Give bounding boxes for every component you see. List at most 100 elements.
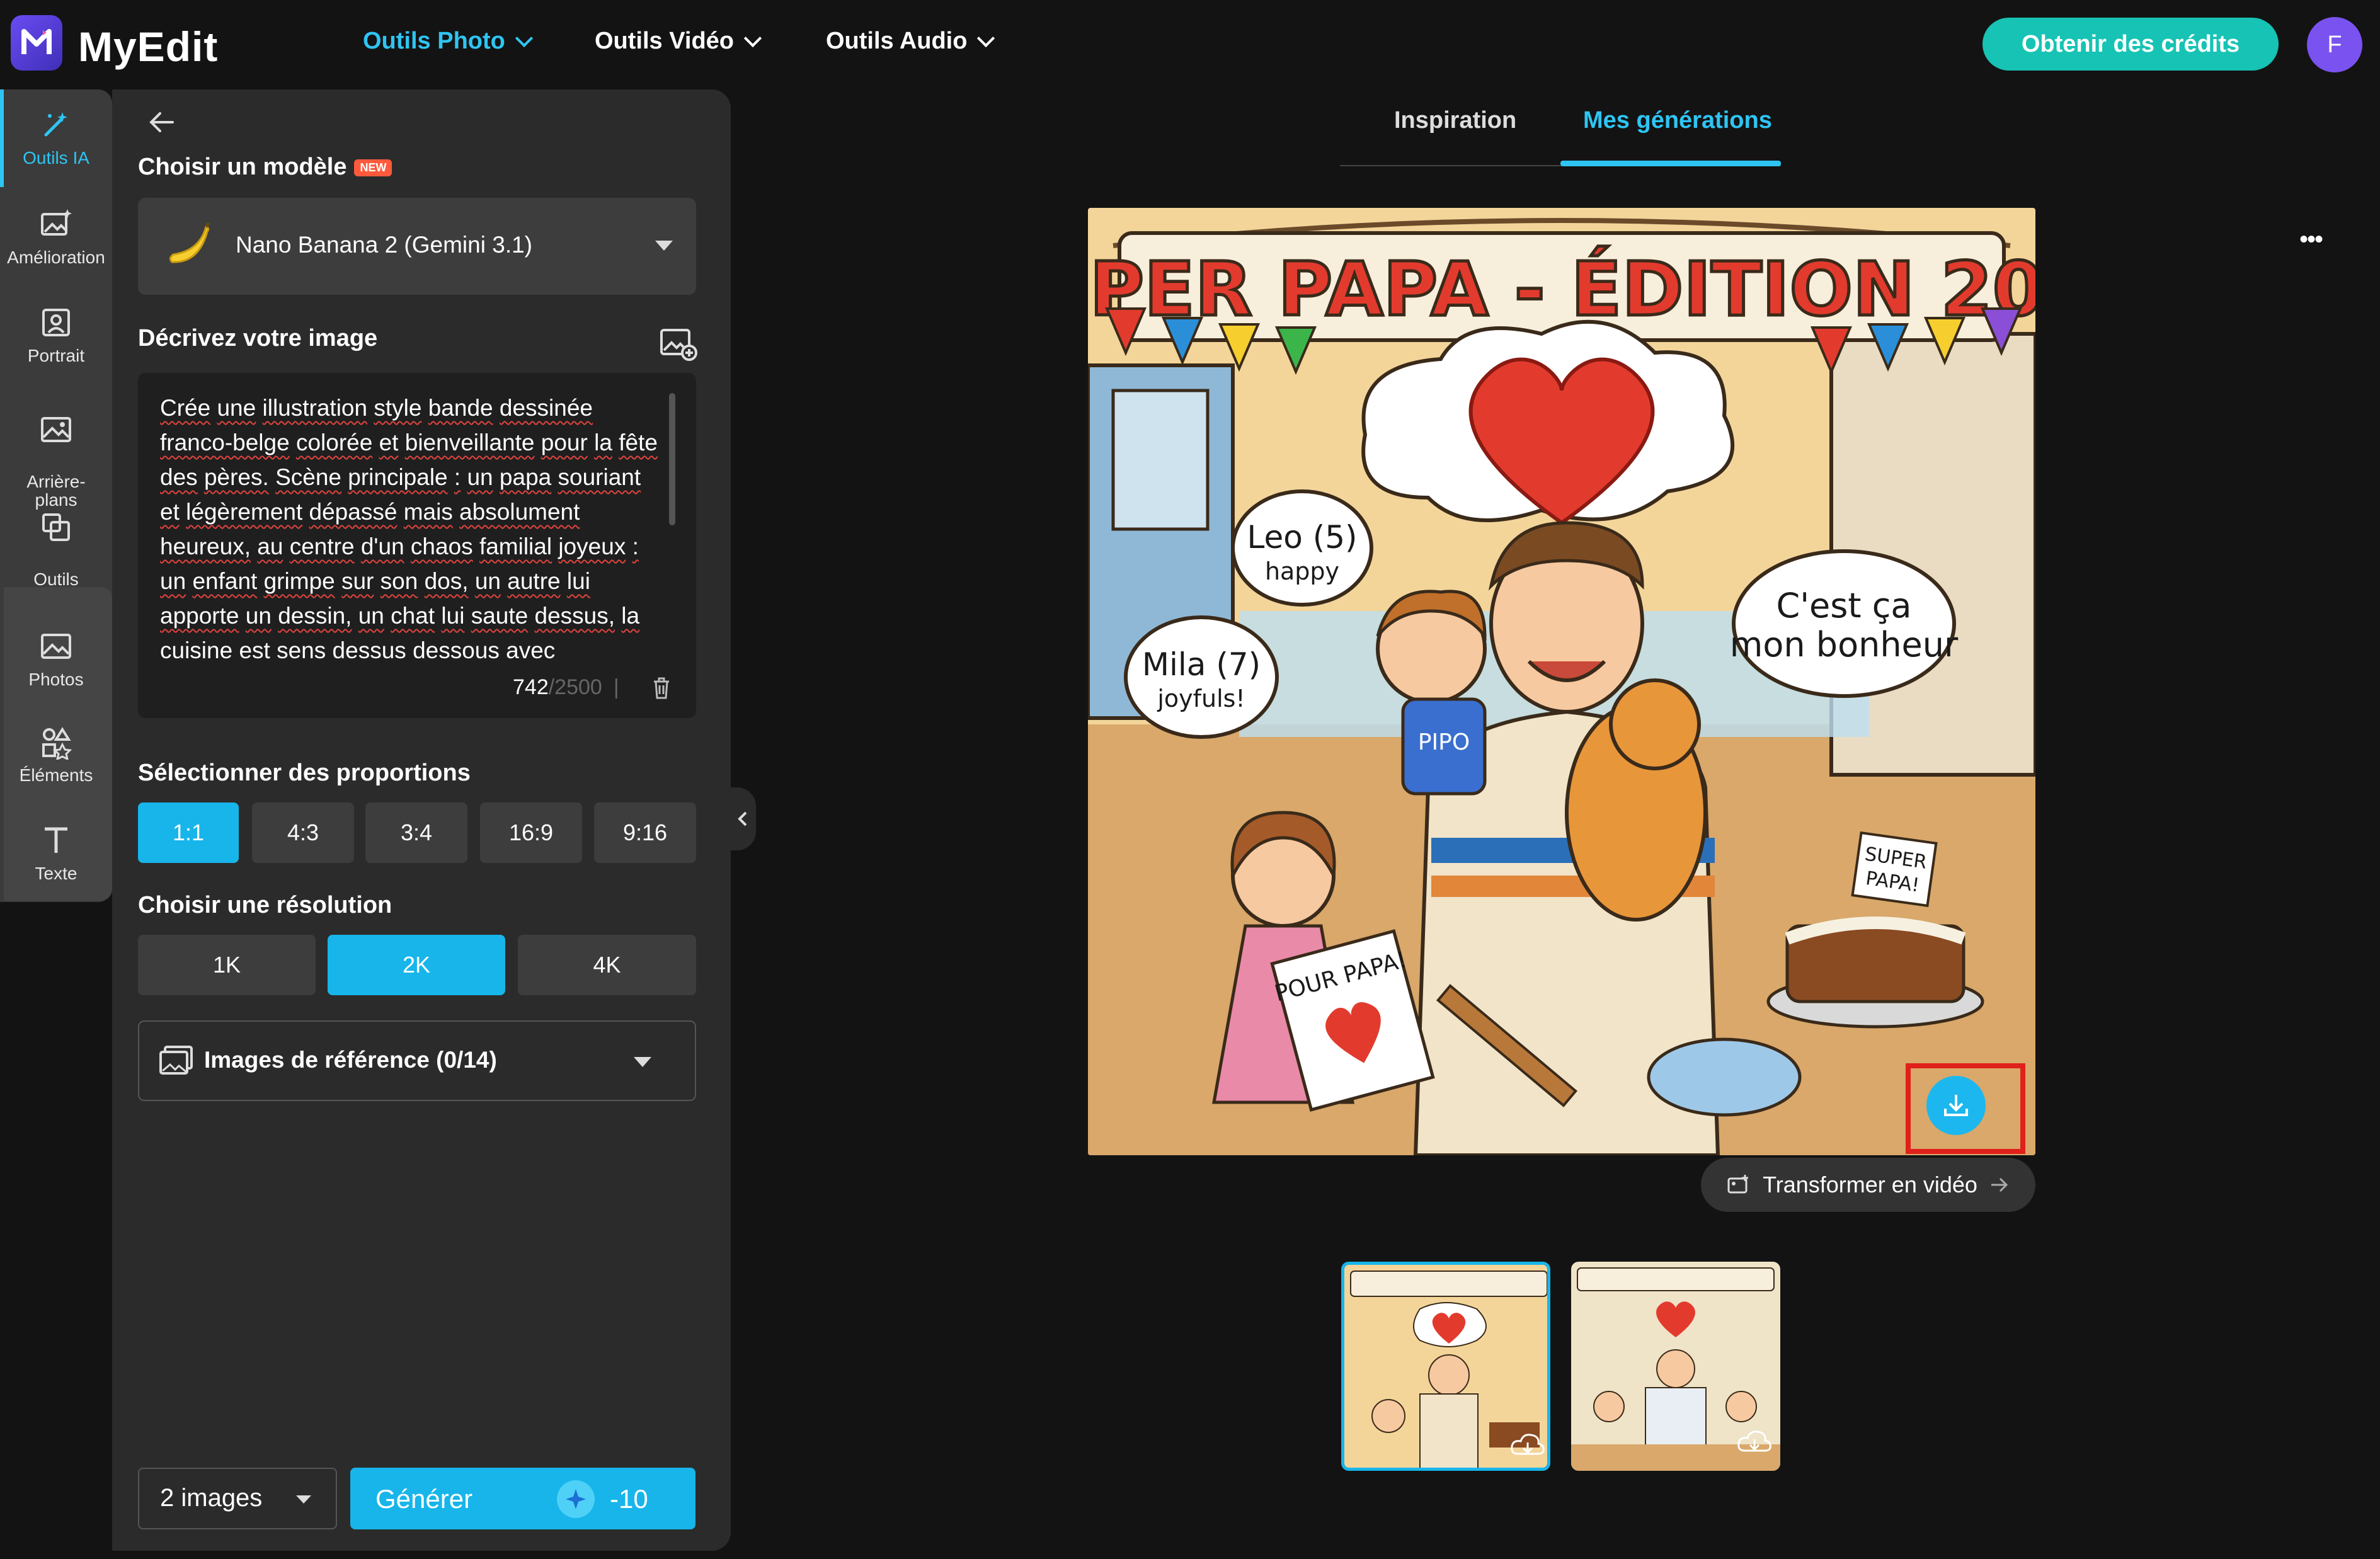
chevron-down-icon [977,29,995,47]
model-label-text: Choisir un modèle [138,154,347,180]
cloud-download-icon[interactable] [1736,1427,1773,1460]
prompt-word: sens [277,637,326,661]
bubble-mila-name: Mila (7) [1142,646,1261,683]
logo-icon[interactable] [11,15,62,71]
prompt-word: au [257,534,283,559]
cloud-download-icon[interactable] [1509,1430,1546,1463]
prompt-word: un [160,568,186,594]
prompt-word: dessin, [278,603,352,629]
rail-item-photos[interactable]: Photos [0,629,112,688]
generated-image[interactable]: SUPER PAPA - ÉDITION 2026 Leo (5) happy … [1088,208,2035,1155]
trash-icon[interactable] [650,675,673,704]
tab-mes-generations[interactable]: Mes générations [1583,107,1772,134]
prompt-word: style [374,395,422,421]
rail-item-elements[interactable]: Éléments [0,724,112,784]
nav-outils-video-label: Outils Vidéo [595,28,735,54]
new-badge: NEW [354,159,392,177]
prompt-word: est [239,637,270,661]
prompt-word: colorée [295,430,373,455]
rail-item-outils-ia[interactable]: Outils IA [0,107,112,167]
rail-label: Portrait [27,346,85,365]
prompt-word: fête [619,430,658,455]
prompt-word: cuisine [160,637,233,661]
char-count: 742 [513,675,549,699]
prompt-word: : [454,464,461,490]
more-options-icon[interactable]: ••• [2299,226,2323,254]
portrait-icon [42,309,70,336]
crop-icon [42,513,70,542]
rail-label: Photos [28,670,84,689]
nav-outils-photo[interactable]: Outils Photo [363,28,534,55]
transform-label: Transformer en vidéo [1763,1172,1977,1197]
prompt-word: son [380,568,418,594]
prompt-word: autre [507,568,561,594]
ratio-16-9[interactable]: 16:9 [480,802,582,863]
transform-to-video-button[interactable]: Transformer en vidéo [1701,1158,2035,1212]
prompt-word: un [245,603,272,629]
background-icon [41,417,71,443]
chevron-down-icon [515,29,534,47]
resolution-2k[interactable]: 2K [328,935,505,995]
nav-outils-photo-label: Outils Photo [363,28,505,54]
get-credits-button[interactable]: Obtenir des crédits [1982,18,2279,71]
prompt-word: légèrement [186,499,303,525]
collapse-panel-toggle[interactable] [731,787,756,850]
video-icon [1727,1175,1749,1194]
prompt-scrollbar[interactable] [669,393,675,525]
bubble-leo-name: Leo (5) [1247,519,1357,556]
counter-divider: | [613,675,619,699]
thumbnail-1[interactable] [1341,1262,1550,1471]
ratio-9-16[interactable]: 9:16 [594,802,696,863]
app-name[interactable]: MyEdit [78,23,218,71]
prompt-word: heureux, [160,534,251,559]
rail-label: Texte [35,864,77,883]
prompt-text[interactable]: Crée une illustration style bande dessin… [160,391,664,661]
dropdown-arrow-icon [634,1057,651,1067]
ratio-4-3[interactable]: 4:3 [252,802,354,863]
back-arrow-icon[interactable] [145,106,178,142]
banana-icon [161,218,217,278]
prompt-word: et [379,430,399,455]
add-image-icon[interactable] [659,325,698,365]
image-count-value: 2 images [160,1484,263,1512]
prompt-word: un [474,568,501,594]
tab-inspiration[interactable]: Inspiration [1394,107,1516,134]
ratio-3-4[interactable]: 3:4 [365,802,467,863]
magic-wand-icon [44,112,67,137]
nav-outils-video[interactable]: Outils Vidéo [595,28,762,55]
thumbnail-2[interactable] [1571,1262,1780,1471]
model-value: Nano Banana 2 (Gemini 3.1) [236,232,532,258]
rail-item-portrait[interactable]: Portrait [0,305,112,365]
download-button[interactable] [1926,1076,1986,1135]
rail-item-texte[interactable]: Texte [0,823,112,882]
rail-item-amelioration[interactable]: Amélioration [0,207,112,266]
nav-outils-audio-label: Outils Audio [826,28,968,54]
prompt-word: sur [341,568,374,594]
nav-outils-audio[interactable]: Outils Audio [826,28,995,55]
prompt-word: d'un [360,534,404,559]
prompt-word: une [217,395,256,421]
prompt-word: illustration [262,395,368,421]
prompt-word: chaos [410,534,473,559]
active-tab-underline [1560,161,1781,166]
avatar[interactable]: F [2307,17,2362,72]
image-banner-text: SUPER PAPA - ÉDITION 2026 [1088,246,2035,333]
chevron-down-icon [743,29,762,47]
resolution-1k[interactable]: 1K [138,935,316,995]
prompt-word: mais [403,499,453,525]
prompt-word: dos, [424,568,469,594]
prompt-word: franco-belge [160,430,290,455]
prompt-word: familial [479,534,552,559]
generate-cost: -10 [610,1484,648,1514]
prompt-word: chat [391,603,435,629]
bubble-leo-word: happy [1265,557,1339,585]
prompt-word: papa [499,464,552,490]
prompt-word: lui [566,568,590,594]
dropdown-arrow-icon [655,241,673,251]
ratio-1-1[interactable]: 1:1 [138,802,239,863]
resolution-4k[interactable]: 4K [518,935,696,995]
prompt-word: joyeux [558,534,626,559]
prompt-word: lui [441,603,465,629]
images-icon [159,1046,194,1079]
image-enhance-icon [41,209,72,236]
